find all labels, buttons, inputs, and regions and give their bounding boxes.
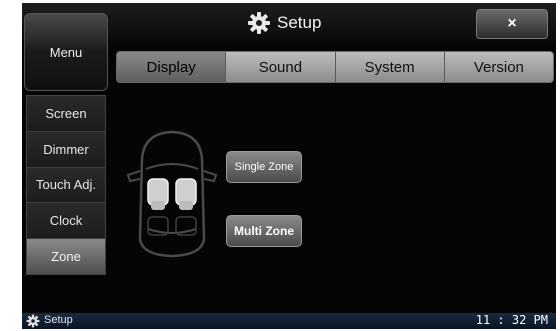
- front-seat-left: [147, 178, 169, 210]
- menu-button-label: Menu: [49, 44, 83, 60]
- tab-sound-label: Sound: [258, 58, 303, 76]
- sidebar-item-label: Screen: [45, 105, 87, 121]
- sidebar-item-label: Clock: [49, 213, 83, 229]
- tab-version[interactable]: Version: [444, 52, 553, 82]
- clock-time: 11 : 32 PM: [475, 313, 548, 327]
- car-top-view-icon: [126, 130, 218, 258]
- page-title: Setup: [247, 10, 321, 36]
- sidebar: Screen Dimmer Touch Adj. Clock Zone: [26, 95, 106, 275]
- sidebar-item-clock[interactable]: Clock: [27, 203, 105, 240]
- settings-tabs: Display Sound System Version: [116, 51, 554, 83]
- sidebar-item-dimmer[interactable]: Dimmer: [27, 131, 105, 168]
- tab-display[interactable]: Display: [117, 52, 227, 82]
- sidebar-item-label: Dimmer: [43, 141, 89, 157]
- tab-version-label: Version: [473, 58, 524, 76]
- tab-display-label: Display: [146, 58, 196, 76]
- multi-zone-button[interactable]: Multi Zone: [226, 215, 302, 247]
- head-unit-screen: Setup × Menu Display Sound System Versio…: [22, 3, 556, 329]
- sidebar-item-label: Touch Adj.: [36, 177, 96, 193]
- tab-system[interactable]: System: [335, 52, 445, 82]
- gear-icon: [26, 314, 40, 328]
- gear-icon: [248, 12, 270, 34]
- sidebar-item-zone[interactable]: Zone: [27, 239, 105, 274]
- sidebar-item-screen[interactable]: Screen: [27, 96, 105, 132]
- close-button[interactable]: ×: [476, 9, 548, 39]
- single-zone-button[interactable]: Single Zone: [226, 151, 302, 183]
- status-app-label: Setup: [44, 314, 73, 326]
- close-icon: ×: [507, 15, 517, 32]
- tab-sound[interactable]: Sound: [226, 52, 336, 82]
- tab-system-label: System: [364, 58, 415, 76]
- front-seat-right: [175, 178, 197, 210]
- page-title-text: Setup: [277, 13, 322, 32]
- multi-zone-label: Multi Zone: [234, 224, 294, 238]
- sidebar-item-label: Zone: [51, 249, 81, 265]
- menu-button[interactable]: Menu: [24, 13, 108, 91]
- sidebar-item-touch-adj[interactable]: Touch Adj.: [27, 167, 105, 204]
- status-bar: Setup 11 : 32 PM: [22, 313, 556, 329]
- single-zone-label: Single Zone: [234, 161, 294, 173]
